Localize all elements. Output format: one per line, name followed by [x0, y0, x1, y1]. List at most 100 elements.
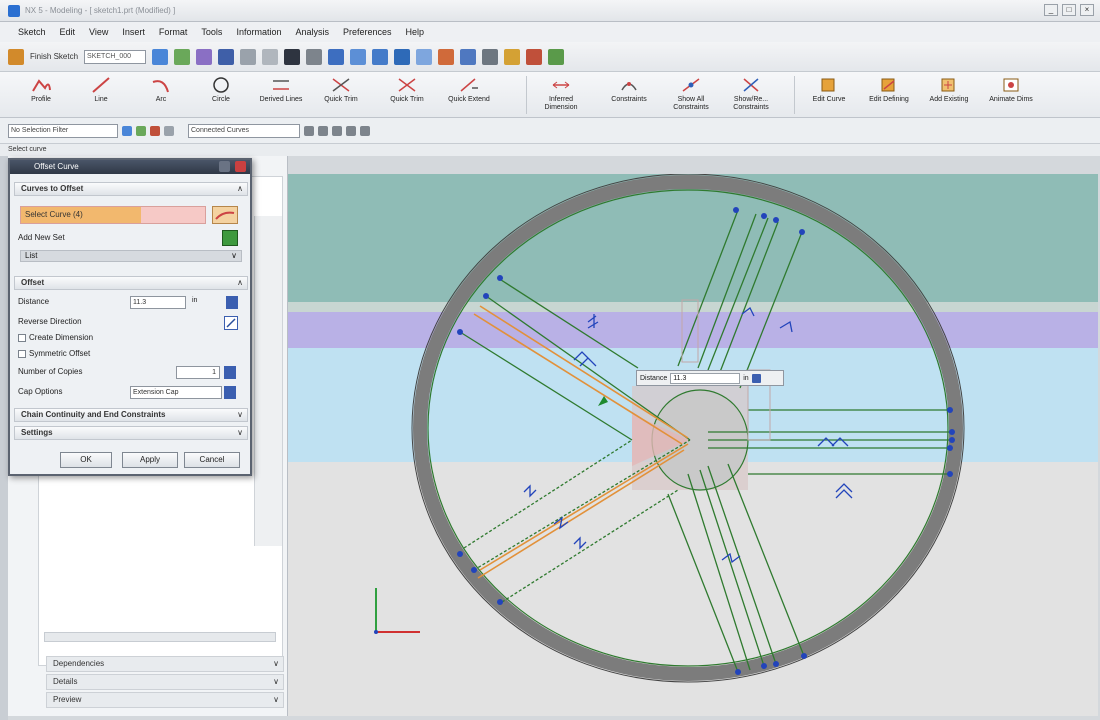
undo-select-icon[interactable] — [164, 125, 174, 136]
symmetric-offset-checkbox[interactable] — [18, 349, 26, 358]
dialog-titlebar[interactable]: Offset Curve — [10, 160, 250, 174]
finish-sketch-icon[interactable] — [8, 48, 24, 65]
circle-tool[interactable]: Circle — [192, 74, 250, 104]
cap-options-select[interactable]: Extension Cap — [130, 386, 222, 399]
navigator-scrollbar[interactable] — [254, 216, 282, 546]
menu-format[interactable]: Format — [159, 27, 188, 37]
cut-icon[interactable] — [262, 48, 279, 65]
sketch-canvas[interactable] — [288, 174, 1098, 716]
quick-extend-tool[interactable]: Quick Extend — [440, 74, 498, 104]
graphics-window[interactable] — [288, 174, 1098, 716]
reattach-icon[interactable] — [174, 48, 191, 65]
arc-tool[interactable]: Arc — [132, 74, 190, 104]
menu-sketch[interactable]: Sketch — [18, 27, 46, 37]
layer-icon[interactable] — [460, 48, 477, 65]
quick-trim-tool[interactable]: Quick Trim — [312, 74, 370, 104]
fit-icon[interactable] — [350, 48, 367, 65]
analysis-icon[interactable] — [526, 48, 543, 65]
print-icon[interactable] — [240, 48, 257, 65]
show-all-constraints-tool[interactable]: Show All Constraints — [662, 74, 720, 112]
menu-preferences[interactable]: Preferences — [343, 27, 392, 37]
wcs-icon[interactable] — [482, 48, 499, 65]
apply-button[interactable]: Apply — [122, 452, 178, 468]
selection-filter-combo[interactable]: No Selection Filter — [8, 123, 118, 138]
snap-intersect-icon[interactable] — [360, 125, 370, 136]
render-icon[interactable] — [438, 48, 455, 65]
list-header[interactable]: List ∨ — [20, 250, 242, 262]
menu-analysis[interactable]: Analysis — [295, 27, 329, 37]
cancel-button[interactable]: Cancel — [184, 452, 240, 468]
sketch-name-combo[interactable]: SKETCH_000 — [84, 49, 147, 64]
deselect-icon[interactable] — [150, 125, 160, 136]
window-controls: _ □ × — [1044, 4, 1094, 16]
edit-curve-tool[interactable]: Edit Curve — [800, 74, 858, 104]
section-chain-continuity[interactable]: Chain Continuity and End Constraints ∨ — [14, 408, 248, 422]
animate-dims-tool[interactable]: Animate Dims — [982, 74, 1040, 104]
line-tool[interactable]: Line — [72, 74, 130, 104]
create-dimension-row[interactable]: Create Dimension — [18, 330, 248, 346]
resource-bar — [0, 156, 8, 720]
maximize-button[interactable]: □ — [1062, 4, 1076, 16]
snap-center-icon[interactable] — [332, 125, 342, 136]
menu-tools[interactable]: Tools — [201, 27, 222, 37]
select-curve-row[interactable]: Select Curve (4) — [20, 206, 206, 224]
save-icon[interactable] — [218, 48, 235, 65]
curve-rule-combo[interactable]: Connected Curves — [188, 123, 300, 138]
view-icon[interactable] — [328, 48, 345, 65]
add-set-icon[interactable] — [222, 230, 238, 246]
details-panel[interactable]: Details ∨ — [46, 674, 284, 690]
ok-button[interactable]: OK — [60, 452, 112, 468]
dependencies-panel[interactable]: Dependencies ∨ — [46, 656, 284, 672]
pan-icon[interactable] — [416, 48, 433, 65]
copies-spinner-icon[interactable] — [224, 366, 236, 379]
section-settings[interactable]: Settings ∨ — [14, 426, 248, 440]
section-curves-to-offset[interactable]: Curves to Offset ∧ — [14, 182, 248, 196]
onscreen-distance-input[interactable]: Distance 11.3 in — [636, 370, 784, 386]
menu-help[interactable]: Help — [406, 27, 425, 37]
menu-view[interactable]: View — [89, 27, 108, 37]
help-icon[interactable] — [219, 161, 230, 172]
snap-mid-icon[interactable] — [318, 125, 328, 136]
measure-icon[interactable] — [548, 48, 565, 65]
rotate-icon[interactable] — [394, 48, 411, 65]
select-all-icon[interactable] — [136, 125, 146, 136]
redo-icon[interactable] — [306, 48, 323, 65]
filter-icon[interactable] — [122, 125, 132, 136]
preview-panel[interactable]: Preview ∨ — [46, 692, 284, 708]
curve-select-icon[interactable] — [212, 206, 238, 224]
distance-input[interactable]: 11.3 — [130, 296, 186, 309]
copies-input[interactable]: 1 — [176, 366, 220, 379]
menu-edit[interactable]: Edit — [60, 27, 76, 37]
reverse-direction-row: Reverse Direction — [18, 317, 82, 326]
add-existing-tool[interactable]: Add Existing — [920, 74, 978, 104]
reverse-direction-button[interactable] — [224, 316, 238, 330]
snap-end-icon[interactable] — [304, 125, 314, 136]
minimize-button[interactable]: _ — [1044, 4, 1058, 16]
snap-icon[interactable] — [504, 48, 521, 65]
quick-trim-tool-2[interactable]: Quick Trim — [378, 74, 436, 104]
distance-menu-icon[interactable] — [226, 296, 238, 309]
profile-tool[interactable]: Profile — [12, 74, 70, 104]
menu-insert[interactable]: Insert — [122, 27, 145, 37]
create-dimension-checkbox[interactable] — [18, 333, 26, 342]
symmetric-offset-row[interactable]: Symmetric Offset — [18, 346, 248, 362]
edit-defining-tool[interactable]: Edit Defining — [860, 74, 918, 104]
snap-point-icon[interactable] — [346, 125, 356, 136]
inferred-dimension-tool[interactable]: Inferred Dimension — [532, 74, 590, 112]
derived-lines-tool[interactable]: Derived Lines — [252, 74, 310, 104]
onscreen-menu-icon[interactable] — [751, 373, 761, 383]
cap-dropdown-icon[interactable] — [224, 386, 236, 399]
close-button[interactable]: × — [1080, 4, 1094, 16]
zoom-icon[interactable] — [372, 48, 389, 65]
menu-information[interactable]: Information — [236, 27, 281, 37]
finish-sketch-label[interactable]: Finish Sketch — [30, 52, 78, 61]
close-icon[interactable] — [235, 161, 246, 172]
onscreen-distance-value[interactable]: 11.3 — [670, 372, 741, 384]
constraints-tool[interactable]: Constraints — [600, 74, 658, 104]
update-model-icon[interactable] — [196, 48, 213, 65]
show-remove-constraints-tool[interactable]: Show/Re... Constraints — [722, 74, 780, 112]
navigator-hscroll[interactable] — [44, 632, 276, 642]
orient-view-icon[interactable] — [152, 48, 169, 65]
section-offset[interactable]: Offset ∧ — [14, 276, 248, 290]
undo-icon[interactable] — [284, 48, 301, 65]
